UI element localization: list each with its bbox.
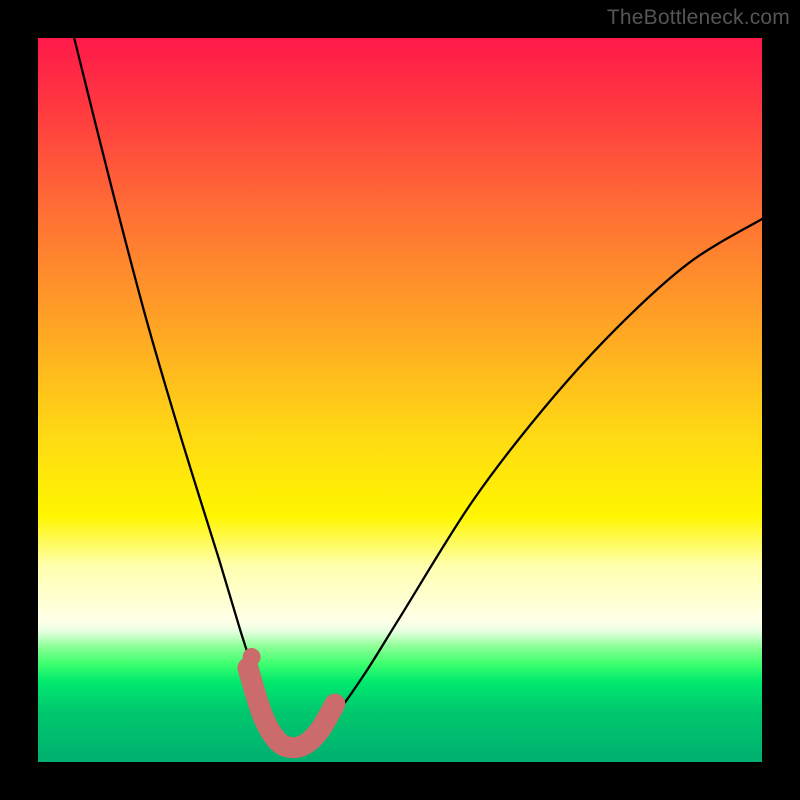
chart-frame: TheBottleneck.com [0, 0, 800, 800]
plot-area [38, 38, 762, 762]
highlight-band [248, 668, 335, 748]
chart-svg [38, 38, 762, 762]
watermark-text: TheBottleneck.com [607, 6, 790, 30]
bottleneck-curve [74, 38, 762, 748]
highlight-dot [243, 648, 261, 666]
